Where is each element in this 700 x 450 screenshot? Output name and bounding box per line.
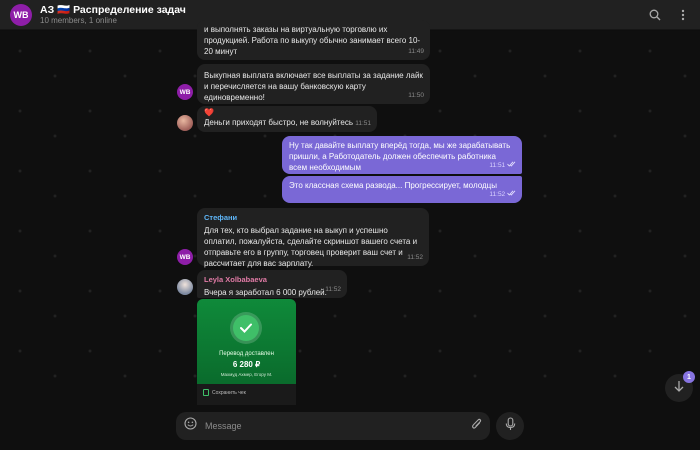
- message-time: 11:52: [489, 189, 516, 200]
- message-composer[interactable]: Message: [176, 412, 490, 440]
- double-check-icon: [507, 161, 516, 169]
- emoji-icon[interactable]: [184, 417, 197, 435]
- message-time: 11:50: [408, 92, 424, 99]
- receipt-doc-icon: [203, 389, 209, 396]
- sender-avatar[interactable]: [177, 115, 193, 131]
- attach-icon[interactable]: [471, 417, 482, 436]
- receipt-recipient: Махмуд Ахмер, Егору М.: [220, 372, 273, 377]
- check-icon: [233, 315, 259, 341]
- search-icon[interactable]: [648, 7, 662, 23]
- message-text: Выкупная выплата включает все выплаты за…: [204, 71, 423, 102]
- outgoing-message-bubble[interactable]: Это классная схема развода... Прогрессир…: [282, 176, 522, 203]
- message-text: Деньги приходят быстро, не волнуйтесь: [204, 118, 353, 127]
- sender-name[interactable]: Стефани: [204, 212, 422, 223]
- sender-avatar[interactable]: [177, 279, 193, 295]
- sender-avatar[interactable]: WB: [177, 84, 193, 100]
- message-text: Ну так давайте выплату вперёд тогда, мы …: [289, 141, 511, 172]
- message-bubble[interactable]: и выполнять заказы на виртуальную торгов…: [197, 20, 430, 60]
- header-titles[interactable]: АЗ 🇷🇺 Распределение задач 10 members, 1 …: [40, 4, 186, 26]
- group-avatar[interactable]: WB: [10, 3, 32, 26]
- message-input[interactable]: Message: [205, 421, 471, 431]
- message-text: Вчера я заработал 6 000 рублей.: [204, 288, 327, 297]
- message-time: 11:49: [408, 48, 424, 55]
- double-check-icon: [507, 190, 516, 198]
- message-time: 11:51: [489, 160, 516, 171]
- receipt-image[interactable]: Перевод доставлен 6 280 ₽ Махмуд Ахмер, …: [197, 299, 296, 405]
- receipt-save-label: Сохранить чек: [212, 390, 246, 396]
- more-icon[interactable]: [676, 7, 690, 23]
- message-bubble[interactable]: Выкупная выплата включает все выплаты за…: [197, 64, 430, 104]
- sender-name[interactable]: Leyla Xolbabaeva: [204, 274, 340, 285]
- mic-icon: [505, 416, 516, 436]
- message-bubble[interactable]: Leyla Xolbabaeva Вчера я заработал 6 000…: [197, 270, 347, 298]
- unread-badge: 1: [683, 371, 695, 383]
- arrow-down-icon: [674, 379, 684, 397]
- message-time: 11:51: [355, 120, 371, 127]
- receipt-status: Перевод доставлен: [219, 351, 274, 357]
- voice-record-button[interactable]: [496, 412, 524, 440]
- message-bubble[interactable]: ❤️ Деньги приходят быстро, не волнуйтесь…: [197, 106, 377, 132]
- message-time: 11:52: [325, 286, 341, 293]
- message-text: Для тех, кто выбрал задание на выкуп и у…: [204, 226, 418, 268]
- sender-avatar[interactable]: WB: [177, 249, 193, 265]
- outgoing-message-bubble[interactable]: Ну так давайте выплату вперёд тогда, мы …: [282, 136, 522, 174]
- chat-title[interactable]: АЗ 🇷🇺 Распределение задач: [40, 4, 186, 16]
- message-text: Это классная схема развода... Прогрессир…: [289, 181, 497, 190]
- message-bubble[interactable]: Стефани Для тех, кто выбрал задание на в…: [197, 208, 429, 268]
- message-time: 11:52: [407, 254, 423, 261]
- message-time-label: 11:52: [489, 191, 506, 198]
- heart-emoji: ❤️: [204, 108, 214, 117]
- message-text: и выполнять заказы на виртуальную торгов…: [204, 25, 421, 56]
- members-count: 10 members, 1 online: [40, 15, 117, 25]
- receipt-amount: 6 280 ₽: [232, 360, 261, 369]
- message-time-label: 11:51: [489, 162, 506, 169]
